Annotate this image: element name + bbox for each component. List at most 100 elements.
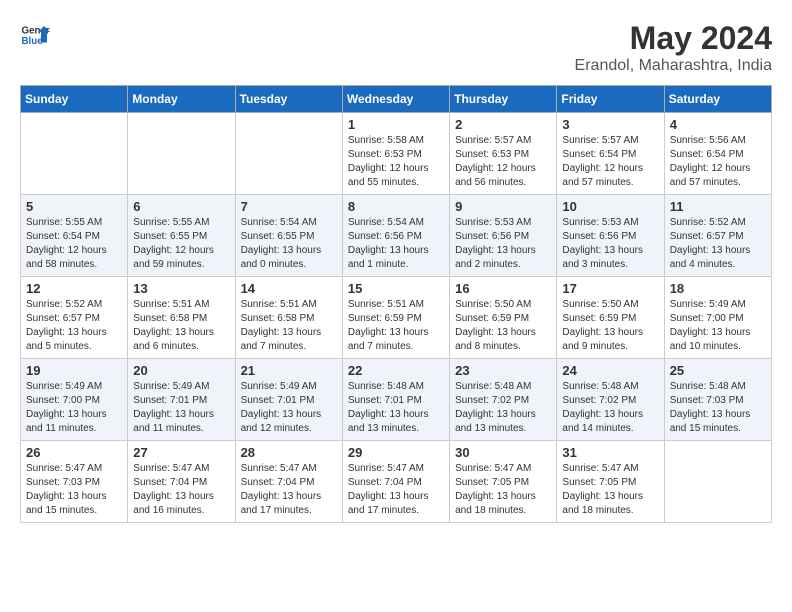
calendar-table: SundayMondayTuesdayWednesdayThursdayFrid…: [20, 85, 772, 523]
day-info: Sunrise: 5:58 AMSunset: 6:53 PMDaylight:…: [348, 134, 444, 190]
weekday-header-row: SundayMondayTuesdayWednesdayThursdayFrid…: [21, 86, 772, 113]
page-header: General Blue May 2024 Erandol, Maharasht…: [20, 20, 772, 75]
weekday-header: Thursday: [450, 86, 557, 113]
day-info: Sunrise: 5:48 AMSunset: 7:02 PMDaylight:…: [455, 380, 551, 436]
calendar-cell: 7 Sunrise: 5:54 AMSunset: 6:55 PMDaylight…: [235, 195, 342, 277]
calendar-cell: 31Sunrise: 5:47 AMSunset: 7:05 PMDayligh…: [557, 441, 664, 523]
calendar-cell: 5 Sunrise: 5:55 AMSunset: 6:54 PMDaylight…: [21, 195, 128, 277]
day-info: Sunrise: 5:55 AMSunset: 6:55 PMDaylight:…: [133, 216, 229, 272]
day-number: 2: [455, 117, 551, 132]
day-number: 13: [133, 281, 229, 296]
calendar-cell: 14 Sunrise: 5:51 AMSunset: 6:58 PMDayligh…: [235, 277, 342, 359]
weekday-header: Monday: [128, 86, 235, 113]
day-number: 10: [562, 199, 658, 214]
calendar-week-row: 19Sunrise: 5:49 AMSunset: 7:00 PMDayligh…: [21, 359, 772, 441]
day-number: 28: [241, 445, 337, 460]
day-number: 12: [26, 281, 122, 296]
day-number: 31: [562, 445, 658, 460]
page-title: May 2024: [575, 20, 772, 57]
day-info: Sunrise: 5:56 AMSunset: 6:54 PMDaylight:…: [670, 134, 766, 190]
day-info: Sunrise: 5:53 AMSunset: 6:56 PMDaylight:…: [562, 216, 658, 272]
day-number: 11: [670, 199, 766, 214]
day-info: Sunrise: 5:48 AMSunset: 7:02 PMDaylight:…: [562, 380, 658, 436]
day-number: 18: [670, 281, 766, 296]
svg-text:Blue: Blue: [22, 36, 44, 47]
day-info: Sunrise: 5:48 AMSunset: 7:03 PMDaylight:…: [670, 380, 766, 436]
day-number: 24: [562, 363, 658, 378]
calendar-week-row: 12 Sunrise: 5:52 AMSunset: 6:57 PMDayligh…: [21, 277, 772, 359]
day-info: Sunrise: 5:52 AMSunset: 6:57 PMDaylight:…: [670, 216, 766, 272]
day-info: Sunrise: 5:57 AMSunset: 6:53 PMDaylight:…: [455, 134, 551, 190]
day-info: Sunrise: 5:51 AMSunset: 6:59 PMDaylight:…: [348, 298, 444, 354]
calendar-cell: [664, 441, 771, 523]
day-number: 27: [133, 445, 229, 460]
day-info: Sunrise: 5:50 AMSunset: 6:59 PMDaylight:…: [455, 298, 551, 354]
calendar-cell: 3Sunrise: 5:57 AMSunset: 6:54 PMDaylight…: [557, 113, 664, 195]
calendar-week-row: 1 Sunrise: 5:58 AMSunset: 6:53 PMDaylight…: [21, 113, 772, 195]
calendar-cell: 25 Sunrise: 5:48 AMSunset: 7:03 PMDayligh…: [664, 359, 771, 441]
day-info: Sunrise: 5:49 AMSunset: 7:01 PMDaylight:…: [133, 380, 229, 436]
day-number: 25: [670, 363, 766, 378]
page-subtitle: Erandol, Maharashtra, India: [575, 57, 772, 75]
day-info: Sunrise: 5:47 AMSunset: 7:04 PMDaylight:…: [133, 462, 229, 518]
calendar-cell: 15 Sunrise: 5:51 AMSunset: 6:59 PMDayligh…: [342, 277, 449, 359]
calendar-cell: 6 Sunrise: 5:55 AMSunset: 6:55 PMDaylight…: [128, 195, 235, 277]
day-number: 20: [133, 363, 229, 378]
weekday-header: Saturday: [664, 86, 771, 113]
title-block: May 2024 Erandol, Maharashtra, India: [575, 20, 772, 75]
day-number: 9: [455, 199, 551, 214]
calendar-cell: 12 Sunrise: 5:52 AMSunset: 6:57 PMDayligh…: [21, 277, 128, 359]
day-number: 23: [455, 363, 551, 378]
weekday-header: Wednesday: [342, 86, 449, 113]
calendar-cell: 26Sunrise: 5:47 AMSunset: 7:03 PMDayligh…: [21, 441, 128, 523]
calendar-cell: 30Sunrise: 5:47 AMSunset: 7:05 PMDayligh…: [450, 441, 557, 523]
calendar-cell: 19Sunrise: 5:49 AMSunset: 7:00 PMDayligh…: [21, 359, 128, 441]
day-info: Sunrise: 5:53 AMSunset: 6:56 PMDaylight:…: [455, 216, 551, 272]
calendar-cell: 11 Sunrise: 5:52 AMSunset: 6:57 PMDayligh…: [664, 195, 771, 277]
logo-icon: General Blue: [20, 20, 50, 50]
day-number: 5: [26, 199, 122, 214]
calendar-cell: 20 Sunrise: 5:49 AMSunset: 7:01 PMDayligh…: [128, 359, 235, 441]
calendar-cell: 8Sunrise: 5:54 AMSunset: 6:56 PMDaylight…: [342, 195, 449, 277]
day-number: 29: [348, 445, 444, 460]
day-info: Sunrise: 5:51 AMSunset: 6:58 PMDaylight:…: [241, 298, 337, 354]
calendar-week-row: 5 Sunrise: 5:55 AMSunset: 6:54 PMDaylight…: [21, 195, 772, 277]
day-info: Sunrise: 5:47 AMSunset: 7:04 PMDaylight:…: [348, 462, 444, 518]
day-info: Sunrise: 5:54 AMSunset: 6:55 PMDaylight:…: [241, 216, 337, 272]
day-number: 7: [241, 199, 337, 214]
weekday-header: Friday: [557, 86, 664, 113]
day-number: 14: [241, 281, 337, 296]
day-number: 4: [670, 117, 766, 132]
calendar-cell: 13 Sunrise: 5:51 AMSunset: 6:58 PMDayligh…: [128, 277, 235, 359]
calendar-cell: 28 Sunrise: 5:47 AMSunset: 7:04 PMDayligh…: [235, 441, 342, 523]
day-number: 21: [241, 363, 337, 378]
day-number: 17: [562, 281, 658, 296]
day-info: Sunrise: 5:55 AMSunset: 6:54 PMDaylight:…: [26, 216, 122, 272]
day-info: Sunrise: 5:47 AMSunset: 7:05 PMDaylight:…: [455, 462, 551, 518]
calendar-cell: 29 Sunrise: 5:47 AMSunset: 7:04 PMDayligh…: [342, 441, 449, 523]
weekday-header: Tuesday: [235, 86, 342, 113]
calendar-cell: 2 Sunrise: 5:57 AMSunset: 6:53 PMDaylight…: [450, 113, 557, 195]
day-number: 3: [562, 117, 658, 132]
day-info: Sunrise: 5:48 AMSunset: 7:01 PMDaylight:…: [348, 380, 444, 436]
day-number: 15: [348, 281, 444, 296]
day-info: Sunrise: 5:51 AMSunset: 6:58 PMDaylight:…: [133, 298, 229, 354]
calendar-cell: [235, 113, 342, 195]
day-number: 19: [26, 363, 122, 378]
day-number: 22: [348, 363, 444, 378]
day-info: Sunrise: 5:49 AMSunset: 7:01 PMDaylight:…: [241, 380, 337, 436]
calendar-cell: 23 Sunrise: 5:48 AMSunset: 7:02 PMDayligh…: [450, 359, 557, 441]
day-info: Sunrise: 5:52 AMSunset: 6:57 PMDaylight:…: [26, 298, 122, 354]
calendar-cell: 4 Sunrise: 5:56 AMSunset: 6:54 PMDaylight…: [664, 113, 771, 195]
calendar-cell: 27 Sunrise: 5:47 AMSunset: 7:04 PMDayligh…: [128, 441, 235, 523]
calendar-cell: 16 Sunrise: 5:50 AMSunset: 6:59 PMDayligh…: [450, 277, 557, 359]
day-info: Sunrise: 5:47 AMSunset: 7:03 PMDaylight:…: [26, 462, 122, 518]
calendar-cell: 18 Sunrise: 5:49 AMSunset: 7:00 PMDayligh…: [664, 277, 771, 359]
calendar-cell: 1 Sunrise: 5:58 AMSunset: 6:53 PMDaylight…: [342, 113, 449, 195]
day-info: Sunrise: 5:49 AMSunset: 7:00 PMDaylight:…: [670, 298, 766, 354]
day-number: 16: [455, 281, 551, 296]
day-info: Sunrise: 5:54 AMSunset: 6:56 PMDaylight:…: [348, 216, 444, 272]
day-info: Sunrise: 5:47 AMSunset: 7:04 PMDaylight:…: [241, 462, 337, 518]
day-number: 6: [133, 199, 229, 214]
day-number: 1: [348, 117, 444, 132]
